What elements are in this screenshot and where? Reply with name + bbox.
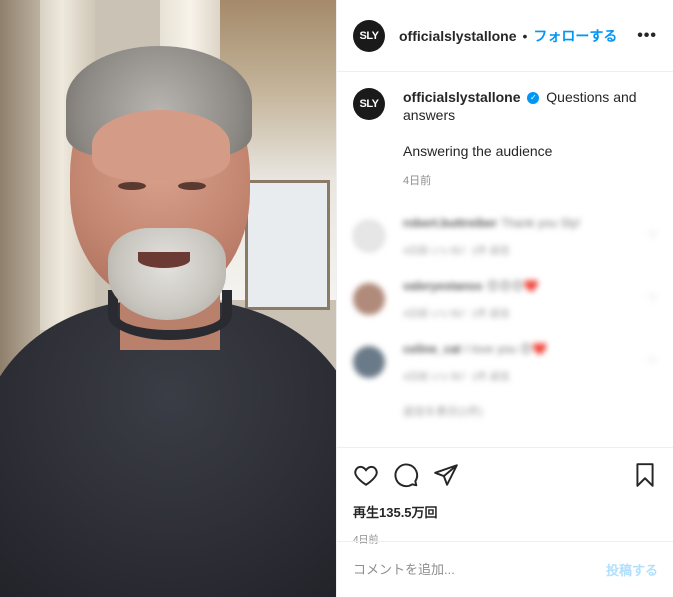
caption-line: Answering the audience: [403, 143, 553, 159]
post-side-panel: SLY officialslystallone • フォローする ••• SLY…: [336, 0, 673, 597]
comment-text: Thank you Sly!: [501, 216, 581, 230]
share-icon[interactable]: [433, 462, 459, 488]
comment-username[interactable]: valeryestanss: [403, 279, 482, 293]
heart-icon[interactable]: [353, 462, 379, 488]
heart-icon[interactable]: ♡: [648, 293, 657, 304]
person-eye: [118, 182, 146, 190]
add-comment-bar: 投稿する: [337, 541, 673, 597]
heart-icon[interactable]: ♡: [648, 230, 657, 241]
comment-input[interactable]: [353, 562, 606, 577]
avatar[interactable]: [353, 219, 385, 252]
avatar[interactable]: SLY: [353, 88, 385, 120]
person-forehead: [92, 110, 230, 180]
comment-meta[interactable]: 4日前 いいね！1件 返信: [403, 305, 539, 320]
follow-button[interactable]: フォローする: [533, 26, 617, 46]
comment-text: 😍😍😍❤️: [486, 279, 539, 293]
username-link[interactable]: officialslystallone: [399, 28, 516, 44]
comment-meta[interactable]: 4日前 いいね！1件 返信: [403, 368, 547, 383]
comment-meta[interactable]: 4日前 いいね！1件 返信: [403, 242, 580, 257]
heart-icon[interactable]: ♡: [648, 356, 657, 367]
avatar[interactable]: SLY: [353, 19, 385, 52]
avatar[interactable]: [353, 345, 385, 378]
view-count[interactable]: 再生135.5万回: [353, 502, 658, 521]
post-actions: 再生135.5万回 4日前: [337, 447, 673, 546]
caption-timestamp[interactable]: 4日前: [403, 172, 657, 190]
post-comment-button[interactable]: 投稿する: [606, 560, 658, 579]
background-window: [245, 180, 330, 310]
comment-username[interactable]: robert.buttreiber: [403, 216, 497, 230]
person-mouth: [138, 252, 190, 268]
comment-item: valeryestanss 😍😍😍❤️ 4日前 いいね！1件 返信 ♡: [353, 277, 657, 320]
comments-section: SLY officialslystallone ✓ Questions and …: [337, 72, 673, 448]
separator-dot: •: [522, 27, 528, 44]
view-replies-link[interactable]: 返信を表示(1件): [403, 403, 657, 419]
comment-text: I love you 😍❤️: [465, 342, 548, 356]
comment-username[interactable]: celine_cat: [403, 342, 461, 356]
verified-badge-icon: ✓: [527, 92, 540, 105]
person-eye: [178, 182, 206, 190]
comment-item: celine_cat I love you 😍❤️ 4日前 いいね！1件 返信 ♡: [353, 340, 657, 383]
bookmark-icon[interactable]: [632, 462, 658, 488]
comment-icon[interactable]: [393, 462, 419, 488]
post-header: SLY officialslystallone • フォローする •••: [337, 0, 673, 72]
username-link[interactable]: officialslystallone: [403, 89, 520, 105]
more-options-icon[interactable]: •••: [637, 27, 657, 45]
avatar[interactable]: [353, 282, 385, 315]
caption: SLY officialslystallone ✓ Questions and …: [353, 88, 657, 190]
post-video[interactable]: [0, 0, 336, 597]
comment-item: robert.buttreiber Thank you Sly! 4日前 いいね！…: [353, 214, 657, 257]
person-beard: [108, 228, 226, 320]
caption-body: officialslystallone ✓ Questions and answ…: [403, 88, 657, 190]
